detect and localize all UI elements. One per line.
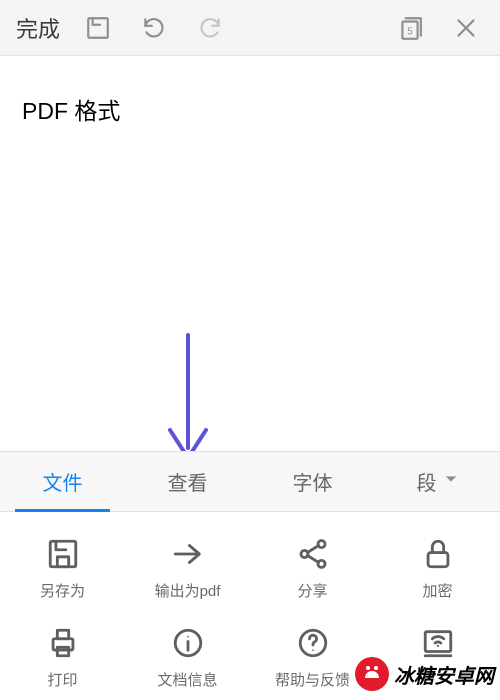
close-icon[interactable] — [438, 0, 494, 56]
svg-text:5: 5 — [407, 26, 413, 37]
share-icon — [293, 534, 333, 574]
action-save-as[interactable]: 另存为 — [0, 522, 125, 611]
redo-icon[interactable] — [182, 0, 238, 56]
info-icon — [168, 623, 208, 663]
save-icon[interactable] — [70, 0, 126, 56]
chevron-down-icon — [443, 470, 459, 493]
pages-icon[interactable]: 5 — [382, 0, 438, 56]
action-share[interactable]: 分享 — [250, 522, 375, 611]
lock-icon — [418, 534, 458, 574]
watermark-logo-icon — [354, 656, 390, 692]
top-toolbar: 完成 5 — [0, 0, 500, 56]
tab-file[interactable]: 文件 — [0, 452, 125, 511]
action-label: 文档信息 — [157, 669, 217, 690]
document-heading: PDF 格式 — [22, 92, 478, 126]
panel-tabs: 文件 查看 字体 段 — [0, 452, 500, 512]
export-pdf-icon — [168, 534, 208, 574]
action-doc-info[interactable]: 文档信息 — [125, 611, 250, 700]
done-button[interactable]: 完成 — [6, 12, 70, 44]
save-as-icon — [43, 534, 83, 574]
action-label: 打印 — [47, 669, 77, 690]
tab-paragraph[interactable]: 段 — [375, 452, 500, 511]
action-label: 输出为pdf — [155, 580, 221, 601]
action-label: 另存为 — [40, 580, 85, 601]
tab-view[interactable]: 查看 — [125, 452, 250, 511]
action-encrypt[interactable]: 加密 — [375, 522, 500, 611]
print-icon — [43, 623, 83, 663]
action-export-pdf[interactable]: 输出为pdf — [125, 522, 250, 611]
watermark-text: 冰糖安卓网 — [394, 660, 494, 689]
watermark: 冰糖安卓网 — [354, 656, 494, 692]
action-print[interactable]: 打印 — [0, 611, 125, 700]
undo-icon[interactable] — [126, 0, 182, 56]
tab-font[interactable]: 字体 — [250, 452, 375, 511]
help-icon — [293, 623, 333, 663]
action-label: 分享 — [297, 580, 327, 601]
action-label: 加密 — [422, 580, 452, 601]
action-label: 帮助与反馈 — [275, 669, 350, 690]
